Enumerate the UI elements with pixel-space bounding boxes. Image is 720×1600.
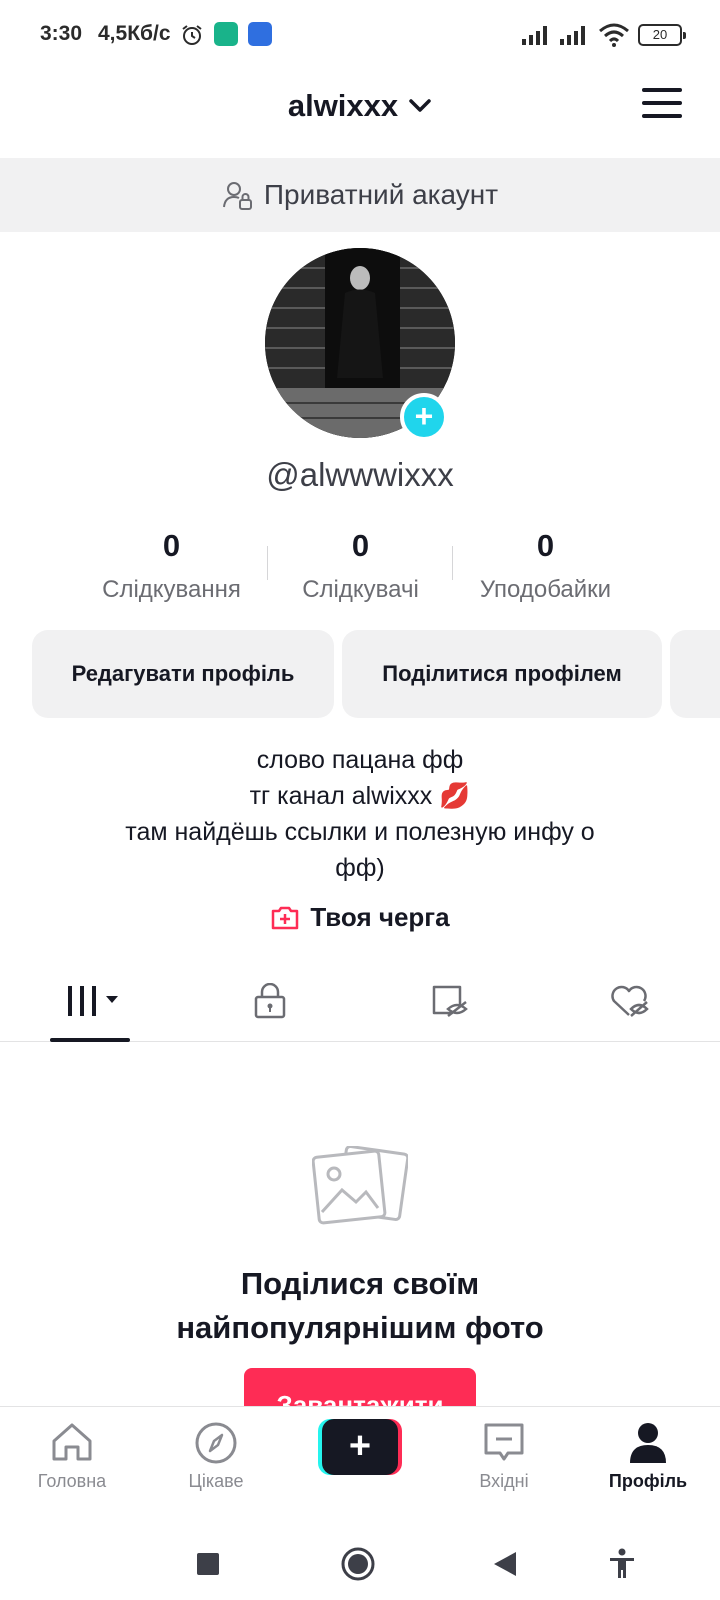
private-user-lock-icon (222, 182, 252, 210)
profile-icon (630, 1423, 666, 1463)
accessibility-icon[interactable] (608, 1548, 636, 1580)
stat-label: Уподобайки (479, 576, 612, 603)
add-avatar-button[interactable]: + (400, 393, 448, 441)
stat-value: 0 (536, 528, 555, 563)
nav-inbox[interactable]: Вхідні (432, 1407, 576, 1533)
bio-line: там найдёшь ссылки и полезную инфу о (125, 818, 595, 846)
private-account-banner: Приватний акаунт (0, 158, 720, 232)
reposts-hidden-icon (432, 985, 468, 1017)
bottom-navigation: Головна Цікаве + Вхідні Профіль (0, 1406, 720, 1532)
compass-icon (195, 1422, 237, 1464)
nav-profile[interactable]: Профіль (576, 1407, 720, 1533)
app-arrow-icon (248, 22, 272, 46)
profile-bio: слово пацана фф тг канал alwixxx 💋 там н… (0, 742, 720, 886)
account-switcher[interactable]: alwixxx (0, 88, 720, 124)
tab-private[interactable] (180, 960, 360, 1042)
inbox-icon (484, 1423, 524, 1461)
status-network-speed: 4,5Кб/с (98, 22, 171, 45)
bio-line: тг канал alwixxx 💋 (249, 782, 471, 810)
battery-icon: 20 (638, 24, 686, 46)
stat-value: 0 (351, 528, 370, 563)
stat-likes[interactable]: 0 Уподобайки (453, 528, 638, 604)
app-shield-icon (214, 22, 238, 46)
queue-label: Твоя черга (310, 902, 450, 932)
private-lock-icon (254, 983, 286, 1019)
private-account-text: Приватний акаунт (263, 179, 499, 210)
bio-line: фф) (335, 854, 385, 882)
signal-icon (522, 26, 547, 45)
empty-state-title: Поділися своїм найпопулярнішим фото (0, 1262, 720, 1350)
nav-discover[interactable]: Цікаве (144, 1407, 288, 1533)
nav-label: Вхідні (479, 1471, 529, 1491)
photo-placeholder-icon (312, 1146, 408, 1225)
nav-label: Цікаве (188, 1471, 244, 1491)
your-queue-link[interactable]: Твоя черга (0, 902, 720, 933)
back-triangle-icon[interactable] (492, 1550, 518, 1578)
system-navigation-bar (0, 1532, 720, 1600)
status-bar: 3:30 4,5Кб/с 20 (0, 0, 720, 68)
home-icon (52, 1423, 92, 1461)
profile-stats: 0 Слідкування 0 Слідкувачі 0 Уподобайки (0, 528, 720, 608)
home-circle-icon[interactable] (340, 1546, 376, 1582)
stat-followers[interactable]: 0 Слідкувачі (268, 528, 453, 604)
empty-title-line: Поділися своїм (240, 1266, 480, 1301)
tab-liked[interactable] (540, 960, 720, 1042)
recents-square-icon[interactable] (196, 1552, 220, 1576)
liked-hidden-icon (611, 985, 649, 1017)
tab-videos[interactable] (0, 960, 180, 1042)
alarm-icon (182, 25, 202, 45)
create-plus-icon: + (322, 1419, 398, 1475)
edit-profile-button[interactable]: Редагувати профіль (32, 630, 334, 718)
active-tab-indicator (50, 1038, 130, 1042)
nav-label: Головна (37, 1471, 107, 1491)
account-username: alwixxx (287, 88, 399, 123)
nav-label: Профіль (608, 1471, 688, 1491)
empty-title-line: найпопулярнішим фото (176, 1310, 544, 1345)
share-profile-button[interactable]: Поділитися профілем (342, 630, 662, 718)
grid-videos-icon (68, 986, 118, 1016)
create-plus-button[interactable]: + (318, 1419, 402, 1475)
status-time: 3:30 (40, 22, 83, 45)
profile-tabs (0, 960, 720, 1042)
queue-plus-icon (272, 906, 299, 929)
stat-value: 0 (162, 528, 181, 563)
profile-header: alwixxx (0, 68, 720, 158)
signal-icon (560, 26, 585, 45)
add-friends-button[interactable] (670, 630, 720, 718)
tab-reposts[interactable] (360, 960, 540, 1042)
hamburger-menu-icon[interactable] (642, 88, 682, 120)
stat-following[interactable]: 0 Слідкування (79, 528, 264, 604)
bio-line: слово пацана фф (256, 746, 464, 774)
nav-home[interactable]: Головна (0, 1407, 144, 1533)
profile-handle: @alwwwixxx (266, 456, 454, 493)
chevron-down-icon (409, 99, 431, 112)
stat-label: Слідкувачі (302, 576, 419, 603)
stat-label: Слідкування (102, 576, 241, 603)
wifi-icon (599, 23, 629, 47)
